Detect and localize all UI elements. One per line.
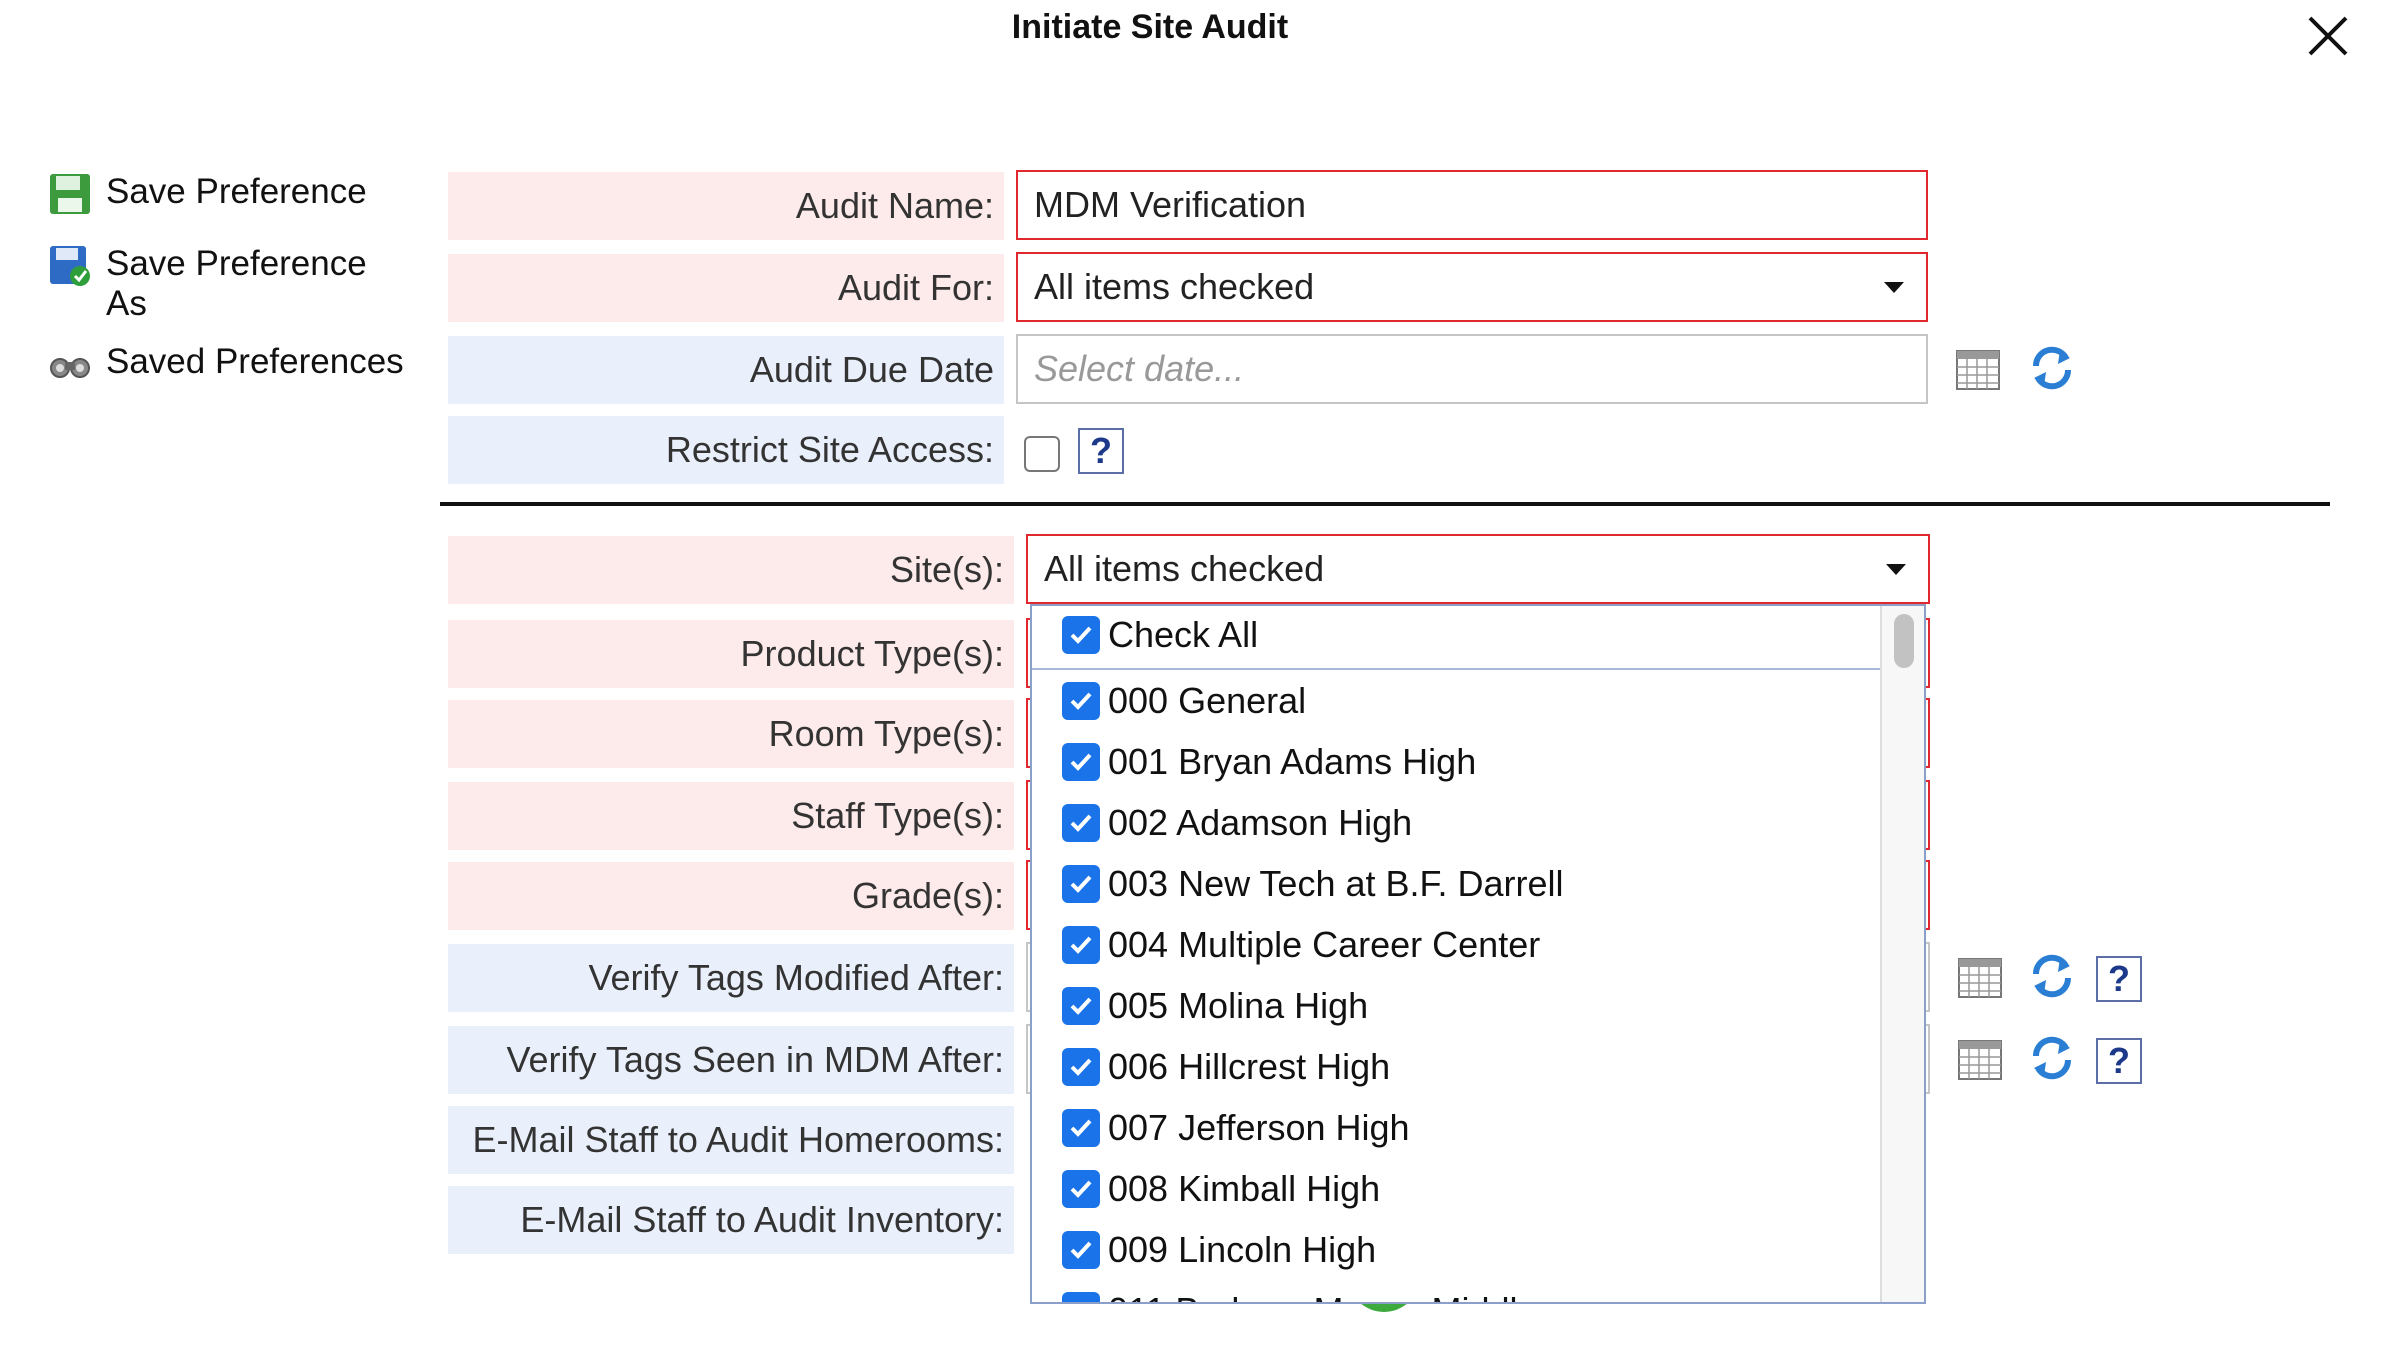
checkbox-checked-icon	[1062, 682, 1100, 720]
audit-due-date-label: Audit Due Date	[448, 336, 1004, 404]
site-option-label: 000 General	[1108, 680, 1307, 721]
save-as-icon	[50, 246, 90, 286]
chevron-down-icon	[1884, 282, 1904, 293]
checkbox-checked-icon	[1062, 865, 1100, 903]
site-option-label: 006 Hillcrest High	[1108, 1046, 1391, 1087]
site-option[interactable]: 002 Adamson High	[1062, 802, 1412, 844]
check-all-option[interactable]: Check All	[1062, 614, 1258, 656]
audit-due-date-placeholder: Select date...	[1034, 348, 1245, 389]
site-option-label: 004 Multiple Career Center	[1108, 924, 1541, 965]
binoculars-icon	[50, 358, 90, 378]
refresh-icon[interactable]	[2028, 1034, 2076, 1082]
checkbox-checked-icon	[1062, 743, 1100, 781]
checkbox-checked-icon	[1062, 1109, 1100, 1147]
refresh-icon[interactable]	[2028, 952, 2076, 1000]
restrict-site-access-label: Restrict Site Access:	[448, 416, 1004, 484]
site-option[interactable]: 009 Lincoln High	[1062, 1229, 1376, 1271]
checkbox-checked-icon	[1062, 1231, 1100, 1269]
help-icon[interactable]: ?	[2096, 956, 2142, 1002]
refresh-icon[interactable]	[2028, 344, 2076, 392]
save-preference-button[interactable]: Save Preference	[48, 172, 367, 216]
sites-value: All items checked	[1044, 548, 1325, 589]
close-icon[interactable]	[2304, 12, 2352, 60]
saved-preferences-button[interactable]: Saved Preferences	[48, 342, 404, 386]
dropdown-separator	[1032, 668, 1880, 670]
site-option[interactable]: 003 New Tech at B.F. Darrell	[1062, 863, 1564, 905]
site-option[interactable]: 007 Jefferson High	[1062, 1107, 1410, 1149]
calendar-icon[interactable]	[1954, 346, 2002, 394]
site-option-label: 009 Lincoln High	[1108, 1229, 1377, 1270]
checkbox-checked-icon	[1062, 1048, 1100, 1086]
audit-for-select[interactable]: All items checked	[1016, 252, 1928, 322]
site-option-label: 008 Kimball High	[1108, 1168, 1381, 1209]
floppy-disk-icon	[50, 174, 90, 214]
audit-for-label: Audit For:	[448, 254, 1004, 322]
check-all-label: Check All	[1108, 614, 1259, 655]
scrollbar-thumb[interactable]	[1894, 614, 1914, 668]
site-option-label: 005 Molina High	[1108, 985, 1369, 1026]
saved-preferences-label: Saved Preferences	[106, 342, 404, 381]
site-option-label: 003 New Tech at B.F. Darrell	[1108, 863, 1564, 904]
checkbox-checked-icon	[1062, 804, 1100, 842]
verify-seen-after-label: Verify Tags Seen in MDM After:	[448, 1026, 1014, 1094]
sites-label: Site(s):	[448, 536, 1014, 604]
email-homerooms-label: E-Mail Staff to Audit Homerooms:	[448, 1106, 1014, 1174]
site-option[interactable]: 008 Kimball High	[1062, 1168, 1380, 1210]
site-option[interactable]: 001 Bryan Adams High	[1062, 741, 1476, 783]
chevron-down-icon	[1886, 564, 1906, 575]
sites-select[interactable]: All items checked	[1026, 534, 1930, 604]
checkbox-checked-icon	[1062, 1170, 1100, 1208]
site-option[interactable]: 000 General	[1062, 680, 1306, 722]
save-preference-as-label: Save Preference As	[106, 244, 367, 323]
site-option-label: 001 Bryan Adams High	[1108, 741, 1477, 782]
site-option-label: 002 Adamson High	[1108, 802, 1413, 843]
product-types-label: Product Type(s):	[448, 620, 1014, 688]
site-option[interactable]: 005 Molina High	[1062, 985, 1368, 1027]
restrict-site-access-checkbox[interactable]	[1024, 436, 1060, 472]
site-option[interactable]: 004 Multiple Career Center	[1062, 924, 1540, 966]
site-option[interactable]: 006 Hillcrest High	[1062, 1046, 1390, 1088]
calendar-icon[interactable]	[1956, 1036, 2004, 1084]
help-icon[interactable]: ?	[2096, 1038, 2142, 1084]
checkbox-checked-icon	[1062, 616, 1100, 654]
calendar-icon[interactable]	[1956, 954, 2004, 1002]
help-icon[interactable]: ?	[1078, 428, 1124, 474]
checkbox-checked-icon	[1062, 987, 1100, 1025]
audit-name-input[interactable]: MDM Verification	[1016, 170, 1928, 240]
grades-label: Grade(s):	[448, 862, 1014, 930]
staff-types-label: Staff Type(s):	[448, 782, 1014, 850]
site-option-label: 011 Barbara Manns Middle	[1108, 1290, 1538, 1302]
audit-for-value: All items checked	[1034, 266, 1315, 307]
audit-due-date-input[interactable]: Select date...	[1016, 334, 1928, 404]
checkbox-checked-icon	[1062, 1292, 1100, 1302]
room-types-label: Room Type(s):	[448, 700, 1014, 768]
sites-dropdown-list[interactable]: Check All 000 General 001 Bryan Adams Hig…	[1030, 604, 1926, 1304]
save-preference-label: Save Preference	[106, 172, 367, 211]
scrollbar[interactable]	[1880, 606, 1924, 1302]
email-inventory-label: E-Mail Staff to Audit Inventory:	[448, 1186, 1014, 1254]
save-preference-as-button[interactable]: Save Preference As	[48, 244, 367, 324]
audit-name-label: Audit Name:	[448, 172, 1004, 240]
dialog-title: Initiate Site Audit	[1011, 8, 1289, 46]
section-divider	[440, 502, 2330, 506]
verify-modified-after-label: Verify Tags Modified After:	[448, 944, 1014, 1012]
site-option[interactable]: 011 Barbara Manns Middle	[1062, 1290, 1538, 1302]
site-option-label: 007 Jefferson High	[1108, 1107, 1410, 1148]
checkbox-checked-icon	[1062, 926, 1100, 964]
